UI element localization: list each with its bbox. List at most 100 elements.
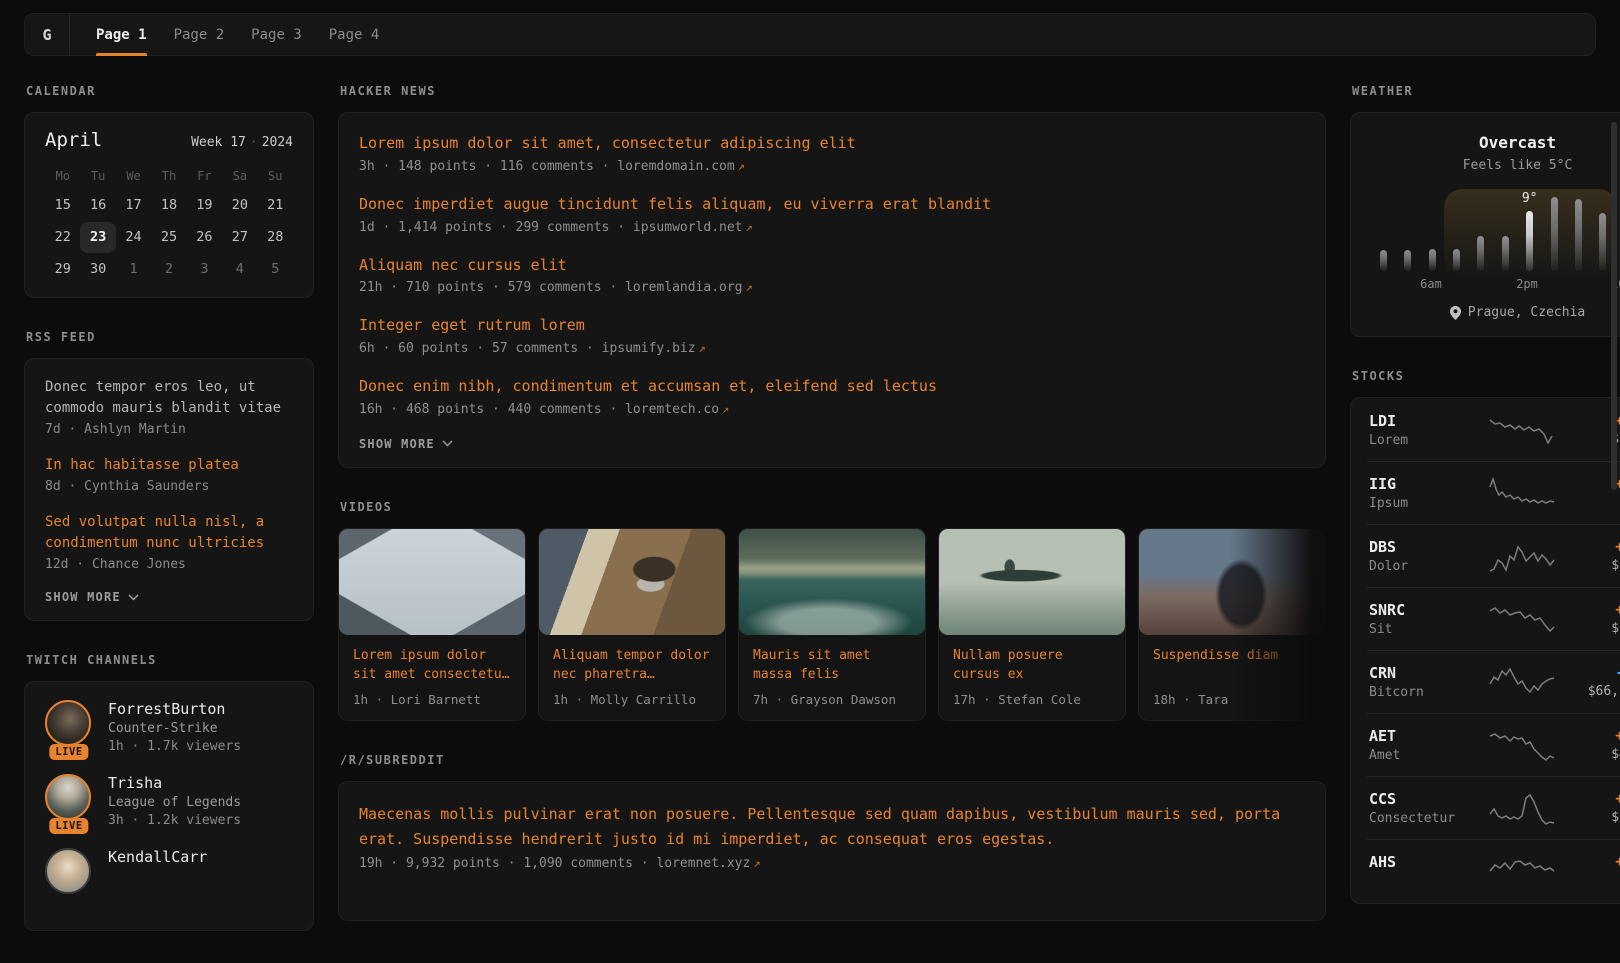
rss-item-meta: 7d · Ashlyn Martin — [45, 422, 293, 437]
hn-item: Donec imperdiet augue tincidunt felis al… — [359, 194, 1305, 235]
channel-avatar — [45, 848, 93, 894]
tab-page-2[interactable]: Page 2 — [174, 14, 225, 55]
weekday-header: We — [116, 163, 151, 189]
calendar-day-next-month: 5 — [258, 254, 293, 285]
external-link-icon: ↗ — [753, 856, 760, 870]
stock-price: $499.72 — [1572, 747, 1620, 762]
weekday-header: Th — [151, 163, 186, 189]
rss-item-title[interactable]: Donec tempor eros leo, ut commodo mauris… — [45, 377, 293, 419]
video-thumbnail[interactable] — [339, 529, 525, 635]
calendar-section: CALENDAR April Week 17·2024 Mo Tu We Th … — [24, 84, 314, 298]
tab-page-3[interactable]: Page 3 — [251, 14, 302, 55]
stock-change: +1.42% — [1572, 539, 1620, 555]
video-thumbnail[interactable] — [539, 529, 725, 635]
hn-item-title[interactable]: Donec enim nibh, condimentum et accumsan… — [359, 376, 1305, 398]
rss-item-title[interactable]: Sed volutpat nulla nisl, a condimentum n… — [45, 512, 293, 554]
stock-row[interactable]: CRNBitcorn -1.00%$66,171.48 — [1367, 650, 1620, 713]
hacker-news-section-label: HACKER NEWS — [340, 84, 1326, 98]
channel-name: ForrestBurton — [108, 700, 241, 718]
stock-price: $165.84 — [1572, 810, 1620, 825]
subreddit-section-label: /R/SUBREDDIT — [340, 753, 1326, 767]
twitch-channel[interactable]: LIVE Trisha League of Legends 3h · 1.2k … — [45, 774, 293, 828]
calendar-day: 29 — [45, 254, 80, 285]
hn-meta-text: 16h · 468 points · 440 comments · loremt… — [359, 402, 719, 417]
hn-item-meta: 1d · 1,414 points · 299 comments · ipsum… — [359, 220, 1305, 235]
rss-section-label: RSS FEED — [26, 330, 314, 344]
weather-time-labels: 6am2pm10pm — [1371, 277, 1620, 291]
video-title[interactable]: Suspendisse diam — [1153, 646, 1311, 685]
rss-show-more-button[interactable]: SHOW MORE — [45, 590, 293, 604]
video-card[interactable]: Suspendisse diam 18h · Tara — [1138, 528, 1326, 721]
calendar-year: 2024 — [262, 135, 293, 150]
stock-ticker: SNRC — [1369, 601, 1473, 619]
video-title[interactable]: Aliquam tempor dolor nec pharetra… — [553, 646, 711, 685]
hn-item-title[interactable]: Donec imperdiet augue tincidunt felis al… — [359, 194, 1305, 216]
video-title[interactable]: Lorem ipsum dolor sit amet consectetu… — [353, 646, 511, 685]
video-card[interactable]: Aliquam tempor dolor nec pharetra… 1h · … — [538, 528, 726, 721]
page-scrollbar[interactable] — [1611, 122, 1617, 490]
stock-sparkline — [1481, 601, 1564, 637]
stock-row[interactable]: DBSDolor +1.42%$156.28 — [1367, 524, 1620, 587]
stock-row[interactable]: AHS +0.46% — [1367, 839, 1620, 902]
stock-row[interactable]: LDILorem +4.35%$795.18 — [1367, 399, 1620, 461]
weekday-header: Mo — [45, 163, 80, 189]
location-pin-icon — [1450, 306, 1461, 320]
weather-bar — [1542, 191, 1566, 271]
stock-row[interactable]: SNRCSit +1.36%$148.64 — [1367, 587, 1620, 650]
tab-page-4[interactable]: Page 4 — [329, 14, 380, 55]
channel-avatar: LIVE — [45, 774, 93, 828]
video-card[interactable]: Nullam posuere cursus ex 17h · Stefan Co… — [938, 528, 1126, 721]
hn-item-title[interactable]: Lorem ipsum dolor sit amet, consectetur … — [359, 133, 1305, 155]
live-badge: LIVE — [49, 818, 88, 834]
rss-section: RSS FEED Donec tempor eros leo, ut commo… — [24, 330, 314, 621]
weather-bars: 9° — [1371, 191, 1620, 271]
stock-name: Lorem — [1369, 433, 1473, 448]
tab-page-1[interactable]: Page 1 — [96, 14, 147, 55]
post-title[interactable]: Maecenas mollis pulvinar erat non posuer… — [359, 802, 1305, 852]
stocks-widget: LDILorem +4.35%$795.18 IIGIpsum +2.84%$4… — [1350, 397, 1620, 904]
weekday-header: Tu — [80, 163, 115, 189]
rss-item: In hac habitasse platea 8d · Cynthia Sau… — [45, 455, 293, 494]
channel-game: League of Legends — [108, 795, 241, 810]
calendar-day-next-month: 4 — [222, 254, 257, 285]
stock-sparkline — [1481, 412, 1564, 448]
hn-item-title[interactable]: Integer eget rutrum lorem — [359, 315, 1305, 337]
twitch-channel[interactable]: KendallCarr — [45, 848, 293, 894]
stock-name: Bitcorn — [1369, 685, 1473, 700]
calendar-day: 17 — [116, 190, 151, 221]
stock-row[interactable]: IIGIpsum +2.84%$42.04 — [1367, 461, 1620, 524]
stock-change: +0.51% — [1572, 791, 1620, 807]
hn-item-meta: 16h · 468 points · 440 comments · loremt… — [359, 402, 1305, 417]
app-logo[interactable]: G — [25, 14, 70, 55]
video-thumbnail[interactable] — [1139, 529, 1325, 635]
stock-ticker: CCS — [1369, 790, 1473, 808]
rss-widget: Donec tempor eros leo, ut commodo mauris… — [24, 358, 314, 621]
video-card[interactable]: Mauris sit amet massa felis 7h · Grayson… — [738, 528, 926, 721]
rss-item-title[interactable]: In hac habitasse platea — [45, 455, 293, 476]
weekday-header: Su — [258, 163, 293, 189]
video-title[interactable]: Nullam posuere cursus ex — [953, 646, 1111, 685]
hn-item: Integer eget rutrum lorem 6h · 60 points… — [359, 315, 1305, 356]
video-title[interactable]: Mauris sit amet massa felis — [753, 646, 911, 685]
video-thumbnail[interactable] — [739, 529, 925, 635]
external-link-icon: ↗ — [738, 159, 745, 173]
weather-bar — [1444, 191, 1468, 271]
stock-price: $66,171.48 — [1572, 684, 1620, 699]
stock-row[interactable]: CCSConsectetur +0.51%$165.84 — [1367, 776, 1620, 839]
calendar-day: 27 — [222, 222, 257, 253]
weather-bar — [1493, 191, 1517, 271]
stock-name: Amet — [1369, 748, 1473, 763]
video-thumbnail[interactable] — [939, 529, 1125, 635]
channel-meta: 3h · 1.2k viewers — [108, 813, 241, 828]
calendar-day-next-month: 1 — [116, 254, 151, 285]
video-meta: 7h · Grayson Dawson — [753, 692, 911, 707]
weather-section: WEATHER Overcast Feels like 5°C 9° 6am2p… — [1350, 84, 1620, 337]
stock-row[interactable]: AETAmet +0.92%$499.72 — [1367, 713, 1620, 776]
hn-show-more-button[interactable]: SHOW MORE — [359, 437, 1305, 451]
video-card[interactable]: Lorem ipsum dolor sit amet consectetu… 1… — [338, 528, 526, 721]
show-more-label: SHOW MORE — [45, 590, 121, 604]
twitch-channel[interactable]: LIVE ForrestBurton Counter-Strike 1h · 1… — [45, 700, 293, 754]
channel-avatar: LIVE — [45, 700, 93, 754]
hn-item-title[interactable]: Aliquam nec cursus elit — [359, 255, 1305, 277]
show-more-label: SHOW MORE — [359, 437, 435, 451]
